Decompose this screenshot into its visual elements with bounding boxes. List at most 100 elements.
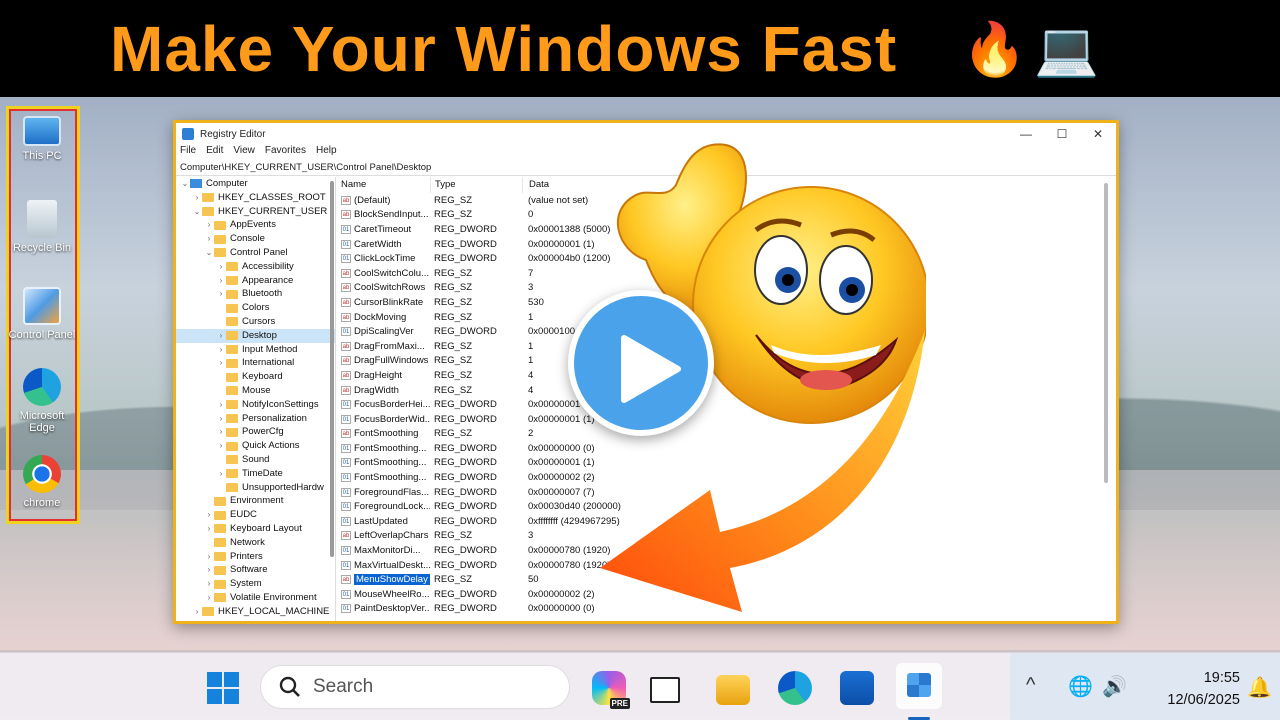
tree-item[interactable]: Network [176, 536, 335, 550]
registry-tree[interactable]: ⌄ Computer › HKEY_CLASSES_ROOT ⌄ HKEY_CURRENT… [176, 177, 336, 621]
tree-item[interactable]: ⌄ Computer [176, 177, 335, 191]
value-type: REG_SZ [434, 428, 473, 440]
expand-arrow-icon[interactable]: › [204, 563, 214, 577]
folder-icon [226, 344, 238, 354]
tree-item[interactable]: › Accessibility [176, 260, 335, 274]
tree-item[interactable]: Environment [176, 494, 335, 508]
expand-arrow-icon[interactable]: ⌄ [192, 205, 202, 219]
tree-item[interactable]: › Personalization [176, 412, 335, 426]
expand-arrow-icon[interactable]: › [204, 522, 214, 536]
value-type: REG_DWORD [434, 486, 497, 498]
menu-view[interactable]: View [233, 145, 255, 161]
play-button[interactable] [568, 290, 714, 436]
control-panel-icon [23, 287, 61, 325]
tree-item[interactable]: › International [176, 356, 335, 370]
tree-item[interactable]: › TimeDate [176, 467, 335, 481]
minimize-button[interactable]: — [1008, 127, 1044, 141]
tree-item[interactable]: › Software [176, 563, 335, 577]
volume-icon[interactable]: 🔊 [1102, 674, 1127, 699]
menu-favorites[interactable]: Favorites [265, 145, 306, 161]
expand-arrow-icon[interactable]: › [216, 412, 226, 426]
expand-arrow-icon[interactable]: › [216, 260, 226, 274]
desktop-icon-recycle-bin[interactable]: Recycle Bin [5, 200, 79, 254]
tree-item[interactable]: › Printers [176, 550, 335, 564]
taskbar-search[interactable]: Search [260, 665, 570, 709]
tray-chevron-icon[interactable]: ^ [1026, 674, 1035, 697]
tree-item[interactable]: Colors [176, 301, 335, 315]
string-value-icon: ab [341, 341, 351, 351]
expand-arrow-icon[interactable]: › [204, 550, 214, 564]
menu-file[interactable]: File [180, 145, 196, 161]
values-scrollbar[interactable] [1104, 183, 1108, 483]
expand-arrow-icon[interactable]: › [216, 287, 226, 301]
tree-item[interactable]: › EUDC [176, 508, 335, 522]
tree-item[interactable]: › Appearance [176, 274, 335, 288]
tree-item[interactable]: › HKEY_CLASSES_ROOT [176, 191, 335, 205]
tree-item[interactable]: › Console [176, 232, 335, 246]
dword-value-icon: 01 [341, 546, 351, 556]
expand-arrow-icon[interactable]: › [216, 274, 226, 288]
expand-arrow-icon[interactable]: › [216, 425, 226, 439]
folder-icon [226, 331, 238, 341]
tree-item[interactable]: Sound [176, 453, 335, 467]
start-button[interactable] [206, 671, 240, 705]
expand-arrow-icon[interactable]: › [204, 508, 214, 522]
menu-edit[interactable]: Edit [206, 145, 223, 161]
tree-item[interactable]: UnsupportedHardw [176, 481, 335, 495]
tree-item[interactable]: › Keyboard Layout [176, 522, 335, 536]
column-name[interactable]: Name [336, 177, 430, 193]
folder-icon [214, 593, 226, 603]
expand-arrow-icon[interactable]: › [216, 467, 226, 481]
tree-item[interactable]: ⌄ HKEY_CURRENT_USER [176, 205, 335, 219]
tree-item[interactable]: › AppEvents [176, 218, 335, 232]
tree-item[interactable]: › System [176, 577, 335, 591]
tree-item[interactable]: › Volatile Environment [176, 591, 335, 605]
desktop-icon-microsoft-edge[interactable]: Microsoft Edge [5, 368, 79, 434]
file-explorer-icon[interactable] [716, 675, 750, 705]
tree-item[interactable]: Mouse [176, 384, 335, 398]
expand-arrow-icon[interactable]: ⌄ [180, 177, 190, 191]
expand-arrow-icon[interactable]: › [216, 356, 226, 370]
column-type[interactable]: Type [430, 177, 522, 193]
string-value-icon: ab [341, 195, 351, 205]
copilot-taskbar-icon[interactable]: PRE [592, 671, 630, 709]
microsoft-store-icon[interactable] [840, 671, 874, 705]
network-icon[interactable]: 🌐 [1068, 674, 1093, 699]
tree-item[interactable]: › Bluetooth [176, 287, 335, 301]
tree-item-label: Appearance [242, 274, 294, 286]
desktop-icon-control-panel[interactable]: Control Panel [5, 287, 79, 341]
expand-arrow-icon[interactable]: › [192, 191, 202, 205]
notification-bell-icon[interactable]: 🔔 [1247, 675, 1272, 700]
expand-arrow-icon[interactable]: › [204, 591, 214, 605]
maximize-button[interactable]: ☐ [1044, 127, 1080, 141]
tree-item[interactable]: › NotifyIconSettings [176, 398, 335, 412]
tree-item[interactable]: Keyboard [176, 370, 335, 384]
expand-arrow-icon[interactable]: › [216, 398, 226, 412]
expand-arrow-icon[interactable]: › [216, 343, 226, 357]
regedit-taskbar-button[interactable] [896, 663, 942, 709]
expand-arrow-icon[interactable]: › [192, 605, 202, 619]
tree-item[interactable]: ⌄ Control Panel [176, 246, 335, 260]
expand-arrow-icon[interactable]: ⌄ [204, 246, 214, 260]
expand-arrow-icon[interactable]: › [204, 232, 214, 246]
clock[interactable]: 19:55 12/06/2025 [1167, 667, 1240, 711]
tree-item[interactable]: › Quick Actions [176, 439, 335, 453]
taskbar: Search PRE ^ 🌐 🔊 19:55 12/06/2025 🔔 [0, 652, 1280, 720]
menu-help[interactable]: Help [316, 145, 337, 161]
task-view-icon[interactable] [650, 677, 680, 703]
tree-scrollbar[interactable] [330, 181, 334, 557]
tree-item[interactable]: › Desktop [176, 328, 335, 343]
desktop-icon-chrome[interactable]: chrome [5, 455, 79, 509]
tree-item[interactable]: › Input Method [176, 343, 335, 357]
tree-item[interactable]: › HKEY_LOCAL_MACHINE [176, 605, 335, 619]
tree-item[interactable]: Cursors [176, 315, 335, 329]
desktop-icon-this-pc[interactable]: This PC [5, 116, 79, 162]
expand-arrow-icon[interactable]: › [216, 329, 226, 343]
close-button[interactable]: ✕ [1080, 127, 1116, 141]
expand-arrow-icon[interactable]: › [216, 439, 226, 453]
tree-item[interactable]: › PowerCfg [176, 425, 335, 439]
value-type: REG_DWORD [434, 413, 497, 425]
expand-arrow-icon[interactable]: › [204, 577, 214, 591]
edge-taskbar-icon[interactable] [778, 671, 812, 705]
expand-arrow-icon[interactable]: › [204, 218, 214, 232]
